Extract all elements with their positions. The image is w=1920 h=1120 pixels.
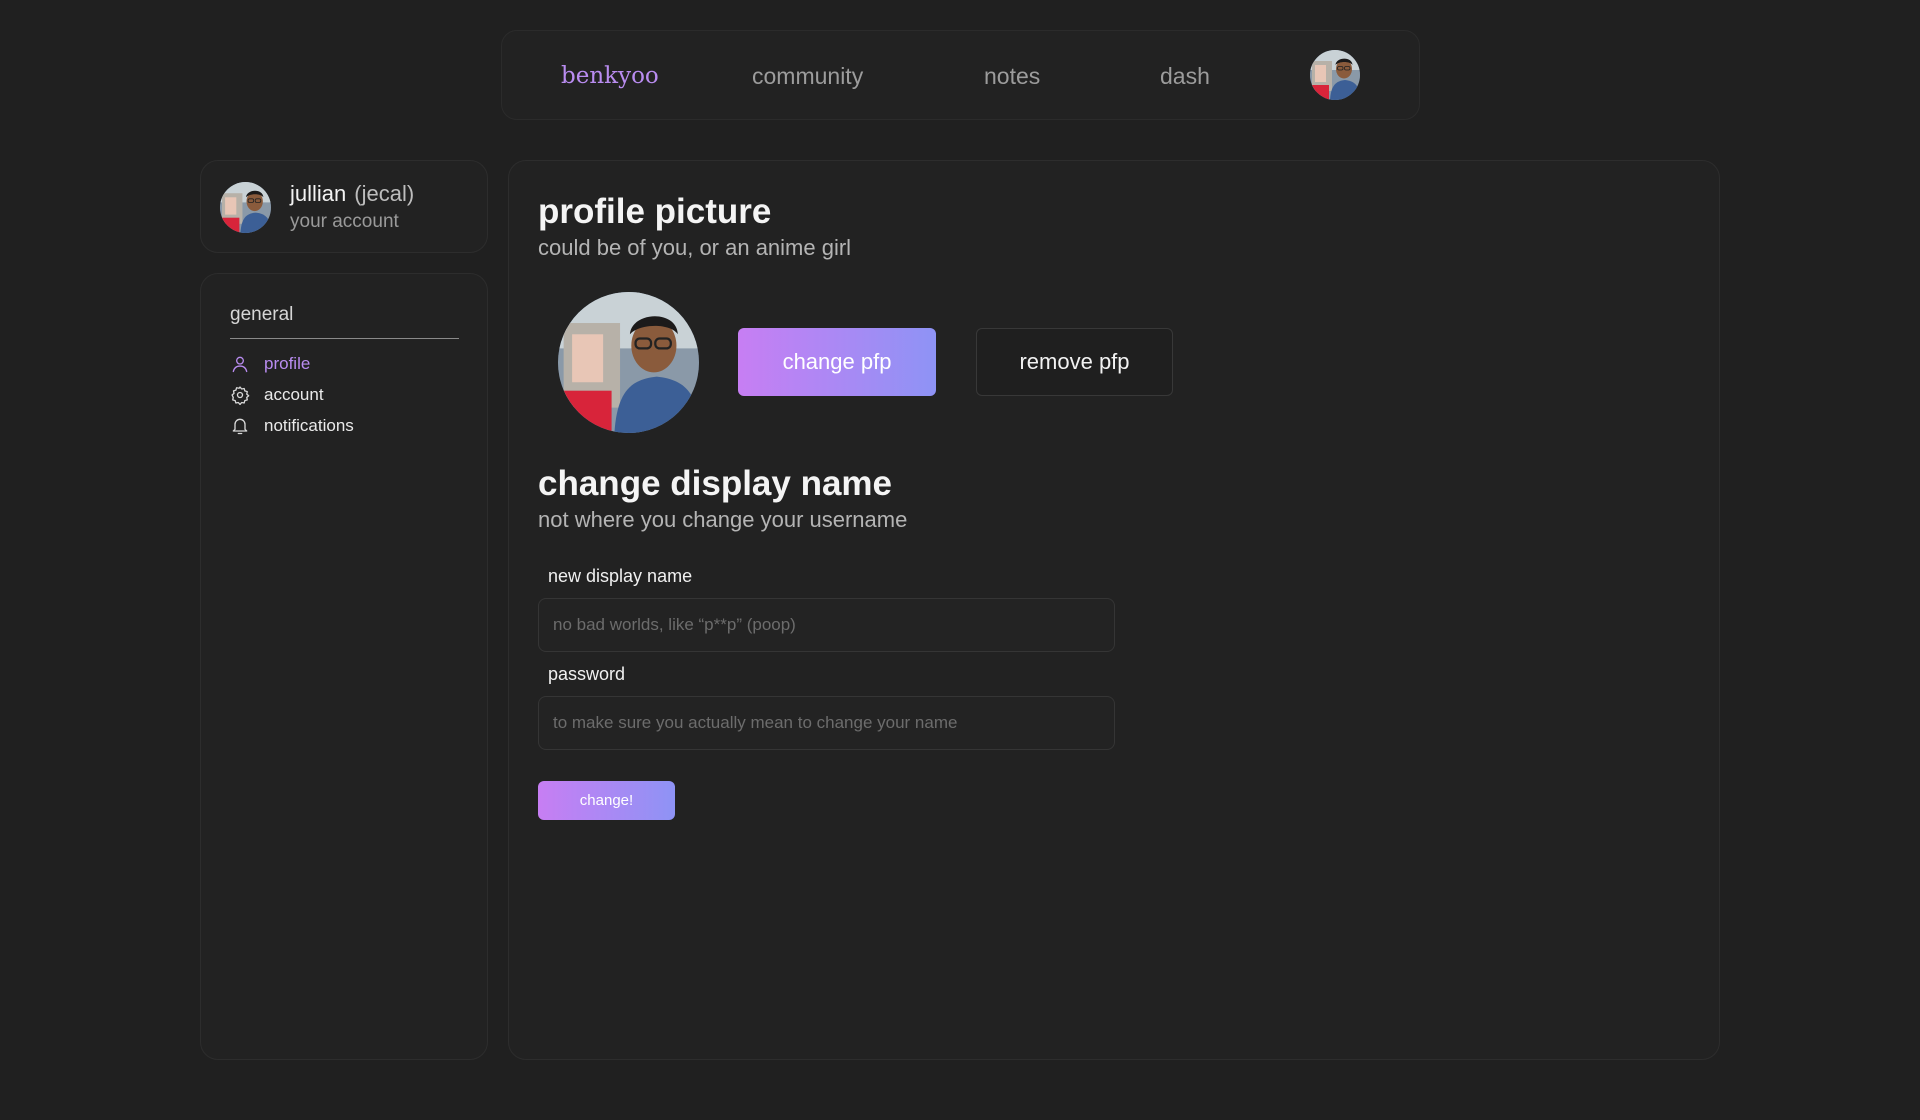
sidebar-item-profile[interactable]: profile [230, 351, 310, 377]
display-name-title: change display name [538, 464, 893, 503]
brand-logo[interactable]: benkyoo [561, 31, 659, 121]
profile-picture-subtitle: could be of you, or an anime girl [538, 235, 852, 260]
sidebar-item-label: account [264, 385, 324, 404]
settings-sidebar: general profile account notifications [200, 273, 488, 1060]
profile-settings-panel: profile picture could be of you, or an a… [508, 160, 1720, 1060]
user-avatar [220, 182, 271, 233]
display-name-input[interactable] [538, 598, 1115, 652]
remove-pfp-button[interactable]: remove pfp [976, 328, 1173, 396]
password-label: password [548, 664, 626, 684]
user-card: jullian (jecal) your account [200, 160, 488, 253]
sidebar-item-notifications[interactable]: notifications [230, 413, 354, 439]
user-name: jullian [290, 181, 347, 206]
user-handle: (jecal) [354, 181, 415, 206]
sidebar-item-label: profile [264, 354, 311, 373]
nav-link-dash[interactable]: dash [1160, 31, 1210, 121]
nav-link-notes[interactable]: notes [984, 31, 1040, 121]
user-icon [230, 354, 250, 374]
change-display-name-button[interactable]: change! [538, 781, 675, 820]
password-input[interactable] [538, 696, 1115, 750]
nav-link-community[interactable]: community [752, 31, 863, 121]
display-name-label: new display name [548, 566, 693, 586]
sidebar-item-label: notifications [264, 416, 354, 435]
change-pfp-button[interactable]: change pfp [738, 328, 936, 396]
display-name-subtitle: not where you change your username [538, 507, 908, 532]
gear-icon [230, 385, 250, 405]
user-display-name: jullian (jecal) [290, 181, 414, 207]
sidebar-section-title: general [230, 304, 459, 339]
top-navigation: benkyoo community notes dash [501, 30, 1420, 120]
bell-icon [230, 416, 250, 436]
user-card-subtitle: your account [290, 211, 399, 232]
sidebar-item-account[interactable]: account [230, 382, 324, 408]
nav-avatar[interactable] [1310, 50, 1360, 100]
profile-picture-preview [558, 292, 699, 433]
profile-picture-title: profile picture [538, 192, 772, 231]
